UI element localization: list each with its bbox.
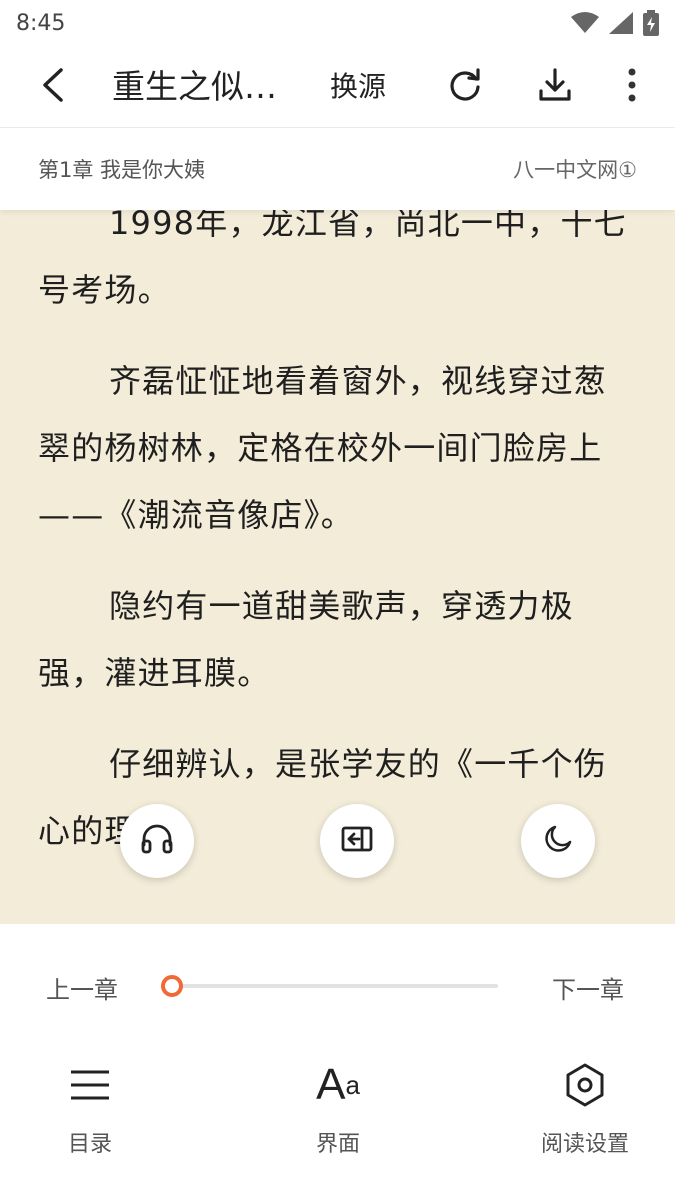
- catalog-label: 目录: [67, 1132, 112, 1157]
- moon-icon: [543, 824, 573, 858]
- font-size-icon: Aa: [316, 1054, 360, 1116]
- status-icons: [571, 10, 659, 36]
- change-source-button[interactable]: 换源: [330, 64, 386, 110]
- paragraph: 隐约有一道甜美歌声，穿透力极强，灌进耳膜。: [38, 587, 574, 692]
- chapter-source[interactable]: 八一中文网①: [513, 154, 637, 184]
- menu-list-icon: [70, 1054, 110, 1116]
- top-toolbar: 重生之似… 换源: [0, 46, 675, 128]
- status-time: 8:45: [16, 10, 66, 36]
- battery-charging-icon: [643, 10, 659, 36]
- book-title[interactable]: 重生之似…: [112, 64, 312, 110]
- back-button[interactable]: [30, 64, 76, 110]
- more-vert-icon: [627, 68, 637, 106]
- reading-settings-button[interactable]: 阅读设置: [515, 1054, 655, 1164]
- font-glyph-big: A: [316, 1060, 346, 1109]
- audio-read-button[interactable]: [120, 804, 194, 878]
- catalog-button[interactable]: 目录: [20, 1054, 160, 1164]
- more-button[interactable]: [612, 64, 652, 110]
- arrow-back-icon: [39, 67, 67, 107]
- reading-settings-label: 阅读设置: [540, 1132, 629, 1157]
- chapter-header: 第1章 我是你大姨 八一中文网①: [0, 128, 675, 210]
- paragraph: 1998年，龙江省，尚北一中，十七号考场。: [38, 210, 627, 309]
- settings-hexagon-icon: [565, 1054, 605, 1116]
- progress-thumb[interactable]: [161, 975, 183, 997]
- reader-app: 8:45 重生之似… 换源 第1章 我是你大姨 八一中文网① 1998年，龙江省…: [0, 0, 675, 1200]
- bottom-menu: 目录 Aa 界面 阅读设置: [0, 1054, 675, 1174]
- night-mode-button[interactable]: [521, 804, 595, 878]
- paragraph: 齐磊怔怔地看着窗外，视线穿过葱翠的杨树林，定格在校外一间门脸房上——《潮流音像店…: [38, 362, 608, 534]
- download-button[interactable]: [532, 64, 578, 110]
- exit-reading-button[interactable]: [320, 804, 394, 878]
- next-chapter-button[interactable]: 下一章: [552, 970, 624, 1005]
- font-glyph-small: a: [345, 1070, 360, 1100]
- chapter-title: 第1章 我是你大姨: [38, 158, 206, 182]
- bottom-panel: 上一章 下一章 目录 Aa 界面 阅读设置: [0, 924, 675, 1200]
- chapter-content: 1998年，龙江省，尚北一中，十七号考场。 齐磊怔怔地看着窗外，视线穿过葱翠的杨…: [38, 210, 638, 889]
- signal-icon: [609, 12, 633, 34]
- prev-chapter-button[interactable]: 上一章: [46, 970, 118, 1005]
- interface-label: 界面: [315, 1132, 360, 1157]
- chapter-navigation: 上一章 下一章: [0, 960, 675, 1014]
- refresh-button[interactable]: [442, 64, 488, 110]
- wifi-icon: [571, 12, 599, 34]
- interface-button[interactable]: Aa 界面: [268, 1054, 408, 1164]
- exit-reading-icon: [340, 824, 374, 858]
- chapter-progress-slider[interactable]: [161, 975, 498, 997]
- headphones-icon: [140, 823, 174, 859]
- status-bar: 8:45: [0, 0, 675, 46]
- refresh-icon: [447, 67, 483, 107]
- download-icon: [537, 67, 573, 107]
